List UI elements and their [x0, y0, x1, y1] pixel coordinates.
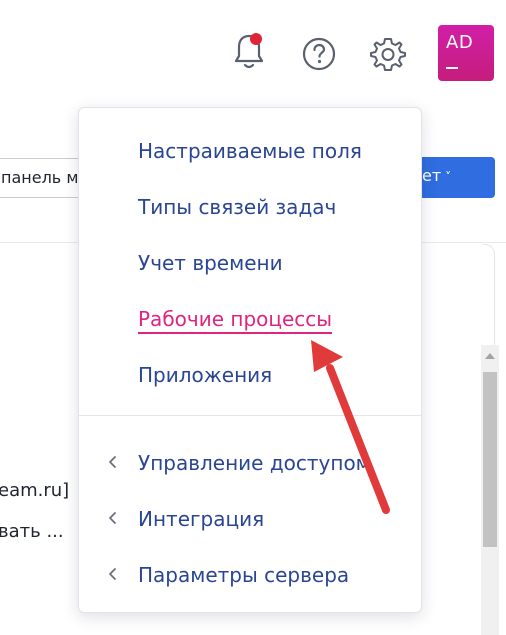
submenu-server-settings[interactable]: Параметры сервера — [79, 552, 421, 596]
menu-item-workflows[interactable]: Рабочие процессы — [79, 296, 421, 340]
submenu-integration[interactable]: Интеграция — [79, 496, 421, 540]
menu-item-label: Типы связей задач — [138, 195, 337, 219]
menu-item-label: Настраиваемые поля — [138, 139, 362, 163]
menu-divider — [79, 415, 421, 416]
submenu-label: Интеграция — [138, 507, 265, 531]
scrollbar-thumb[interactable] — [483, 372, 497, 547]
question-circle-icon[interactable] — [300, 35, 338, 73]
chevron-down-icon: ˅ — [445, 170, 452, 184]
background-text-line: вать ... — [0, 521, 64, 542]
gear-icon[interactable] — [368, 34, 408, 74]
background-text-line: eam.ru] — [0, 480, 70, 501]
chevron-left-icon — [109, 568, 116, 580]
menu-item-label: Рабочие процессы — [138, 307, 333, 334]
menu-item-custom-fields[interactable]: Настраиваемые поля — [79, 128, 421, 172]
chevron-left-icon — [109, 512, 116, 524]
chevron-left-icon — [109, 456, 116, 468]
menu-item-label: Учет времени — [138, 251, 283, 275]
avatar-underline — [446, 67, 458, 69]
submenu-label: Управление доступом — [138, 451, 371, 475]
notification-dot — [250, 33, 262, 45]
page: AD панель м ет ˅ eam.ru] вать ... Настраи… — [0, 0, 506, 635]
submenu-access-management[interactable]: Управление доступом — [79, 440, 421, 484]
submenu-label: Параметры сервера — [138, 563, 350, 587]
admin-settings-menu: Настраиваемые поля Типы связей задач Уче… — [78, 107, 422, 613]
menu-item-label: Приложения — [138, 363, 273, 387]
create-button-label: ет — [422, 166, 442, 185]
menu-item-apps[interactable]: Приложения — [79, 352, 421, 396]
dashboard-select-value: панель м — [1, 168, 79, 187]
menu-item-time-tracking[interactable]: Учет времени — [79, 240, 421, 284]
avatar[interactable]: AD — [438, 25, 494, 81]
avatar-initials: AD — [446, 32, 474, 53]
scroll-up-arrow-icon[interactable] — [485, 353, 495, 359]
menu-item-issue-link-types[interactable]: Типы связей задач — [79, 184, 421, 228]
